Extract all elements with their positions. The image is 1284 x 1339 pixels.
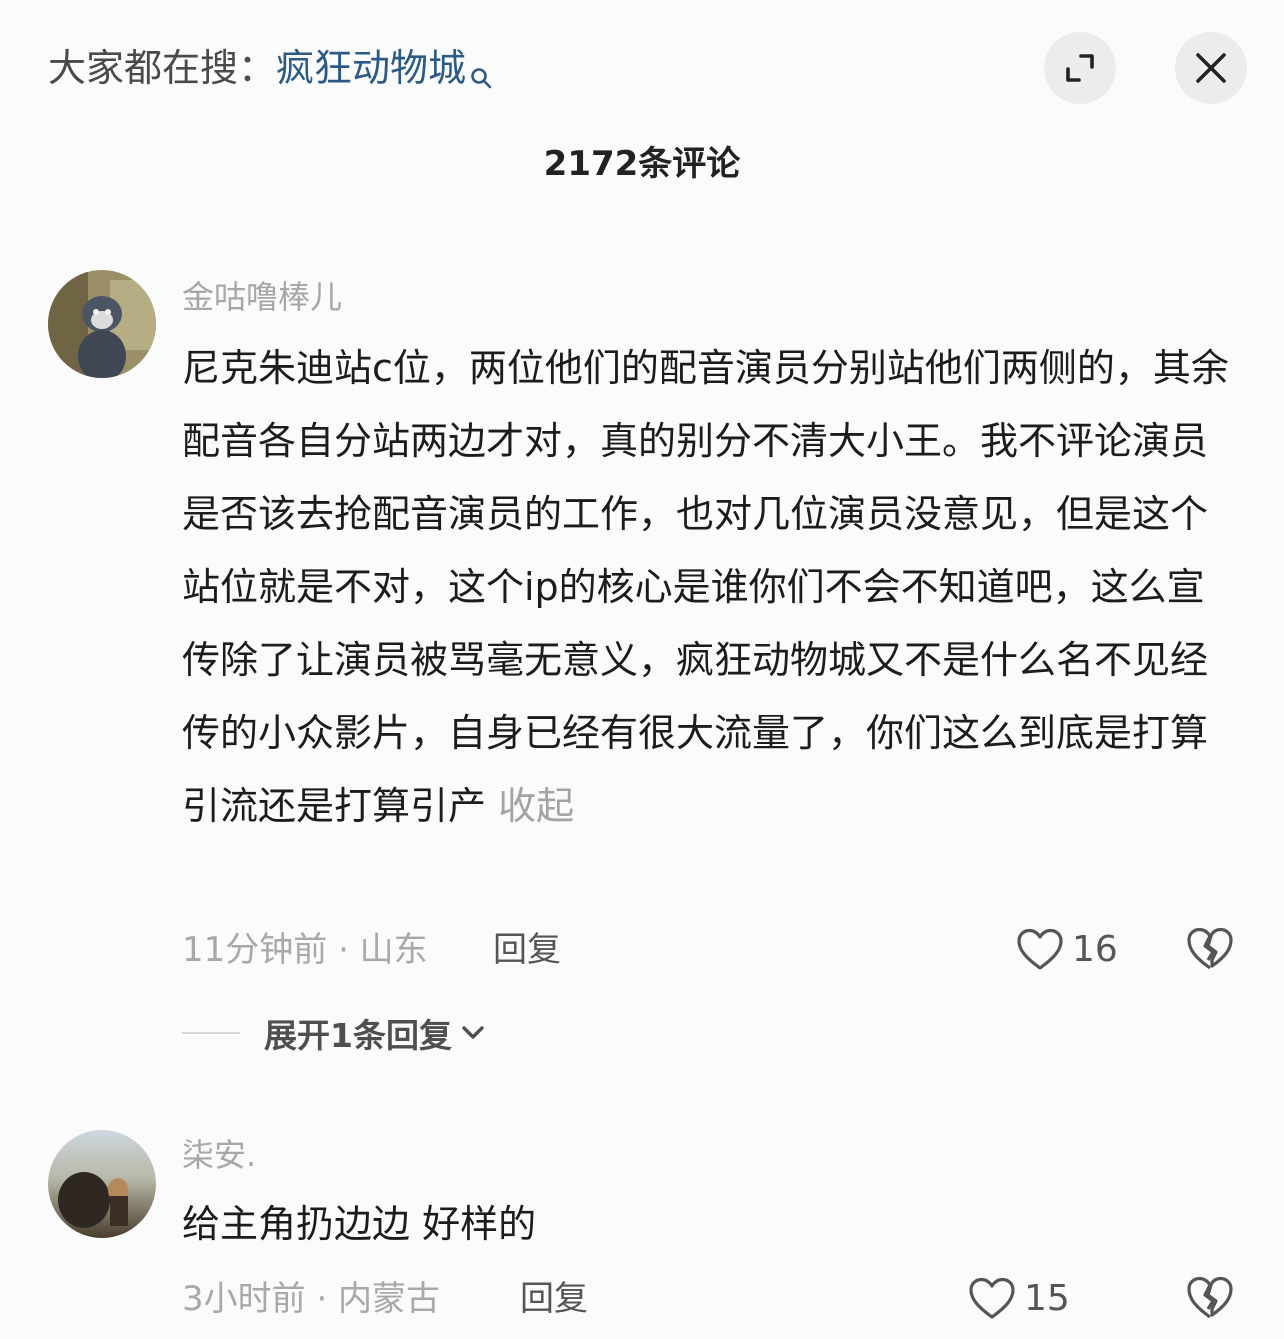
collapse-link[interactable]: 收起 xyxy=(498,784,574,828)
like-button[interactable]: 16 xyxy=(1016,925,1118,975)
comment-meta: 11分钟前 · 山东 xyxy=(182,930,428,970)
expand-replies-button[interactable]: 展开1条回复 xyxy=(182,1008,486,1058)
username[interactable]: 金咕噜棒儿 xyxy=(182,275,342,319)
close-button[interactable] xyxy=(1175,32,1247,104)
comment-text: 尼克朱迪站c位，两位他们的配音演员分别站他们两侧的，其余配音各自分站两边才对，真… xyxy=(182,332,1242,843)
username[interactable]: 柒安. xyxy=(182,1133,256,1177)
trending-search-term[interactable]: 疯狂动物城 xyxy=(276,46,466,90)
like-count: 15 xyxy=(1024,1278,1070,1319)
expand-replies-label: 展开1条回复 xyxy=(264,1016,452,1055)
chevron-down-icon xyxy=(462,1026,484,1039)
like-count: 16 xyxy=(1072,929,1118,970)
expand-corners-icon xyxy=(1066,54,1094,82)
comment-body: 尼克朱迪站c位，两位他们的配音演员分别站他们两侧的，其余配音各自分站两边才对，真… xyxy=(182,346,1229,828)
avatar[interactable] xyxy=(48,270,156,378)
heart-icon xyxy=(1017,928,1063,970)
broken-heart-icon xyxy=(1187,927,1233,970)
divider-line xyxy=(182,1032,240,1034)
dislike-button[interactable] xyxy=(1186,1275,1234,1325)
dislike-button[interactable] xyxy=(1186,926,1234,976)
top-bar: 大家都在搜：疯狂动物城 xyxy=(0,0,1284,130)
expand-button[interactable] xyxy=(1044,32,1116,104)
reply-button[interactable]: 回复 xyxy=(493,925,561,975)
avatar[interactable] xyxy=(48,1130,156,1238)
comment-count-title: 2172条评论 xyxy=(543,144,741,184)
reply-button[interactable]: 回复 xyxy=(520,1274,588,1324)
comment-meta: 3小时前 · 内蒙古 xyxy=(182,1279,441,1319)
search-icon xyxy=(470,48,492,104)
broken-heart-icon xyxy=(1187,1276,1233,1319)
heart-icon xyxy=(969,1277,1015,1319)
trending-search-prefix: 大家都在搜： xyxy=(48,46,277,90)
like-button[interactable]: 15 xyxy=(968,1274,1070,1324)
comment-body: 给主角扔边边 好样的 xyxy=(182,1202,537,1246)
close-icon xyxy=(1196,53,1226,83)
trending-search[interactable]: 大家都在搜：疯狂动物城 xyxy=(48,40,492,104)
comment-text: 给主角扔边边 好样的 xyxy=(182,1188,1242,1261)
